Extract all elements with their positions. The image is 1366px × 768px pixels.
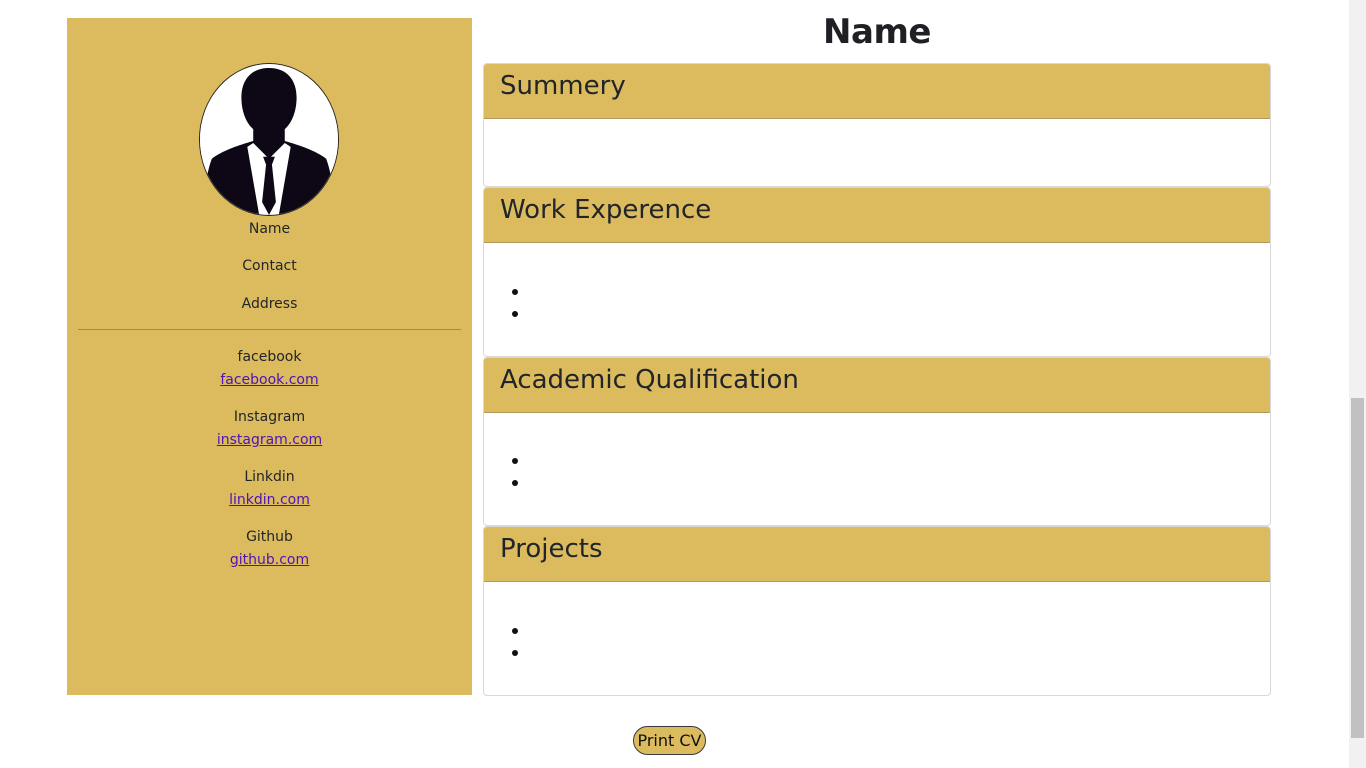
work-experience-heading: Work Experence (484, 188, 1270, 243)
social-label-facebook: facebook (237, 349, 302, 365)
sidebar-name: Name (248, 221, 291, 237)
social-link-facebook[interactable]: facebook.com (220, 372, 318, 388)
projects-heading: Projects (484, 527, 1270, 582)
social-link-linkdin-wrap: linkdin.com (67, 491, 472, 509)
scrollbar[interactable] (1349, 0, 1366, 768)
sidebar-address: Address (241, 296, 298, 312)
social-link-facebook-wrap: facebook.com (67, 371, 472, 389)
summary-heading: Summery (484, 64, 1270, 119)
academic-card: Academic Qualification (483, 357, 1271, 526)
social-link-instagram-wrap: instagram.com (67, 431, 472, 449)
sidebar-contact: Contact (242, 258, 297, 274)
social-link-linkdin[interactable]: linkdin.com (229, 492, 310, 508)
social-label-linkdin: Linkdin (244, 469, 295, 485)
academic-heading: Academic Qualification (484, 358, 1270, 413)
summary-card: Summery (483, 63, 1271, 187)
sidebar: Name Contact Address facebook facebook.c… (67, 18, 472, 695)
profile-avatar (199, 63, 339, 216)
page-title: Name (823, 12, 931, 52)
scrollbar-thumb[interactable] (1351, 398, 1364, 738)
social-link-instagram[interactable]: instagram.com (217, 432, 322, 448)
social-label-github: Github (246, 529, 293, 545)
work-experience-card: Work Experence (483, 187, 1271, 357)
sidebar-divider (78, 329, 461, 330)
social-label-instagram: Instagram (233, 409, 306, 425)
print-cv-button[interactable]: Print CV (633, 726, 706, 755)
social-link-github[interactable]: github.com (230, 552, 309, 568)
person-silhouette-icon (200, 64, 338, 215)
social-link-github-wrap: github.com (67, 551, 472, 569)
projects-card: Projects (483, 526, 1271, 696)
